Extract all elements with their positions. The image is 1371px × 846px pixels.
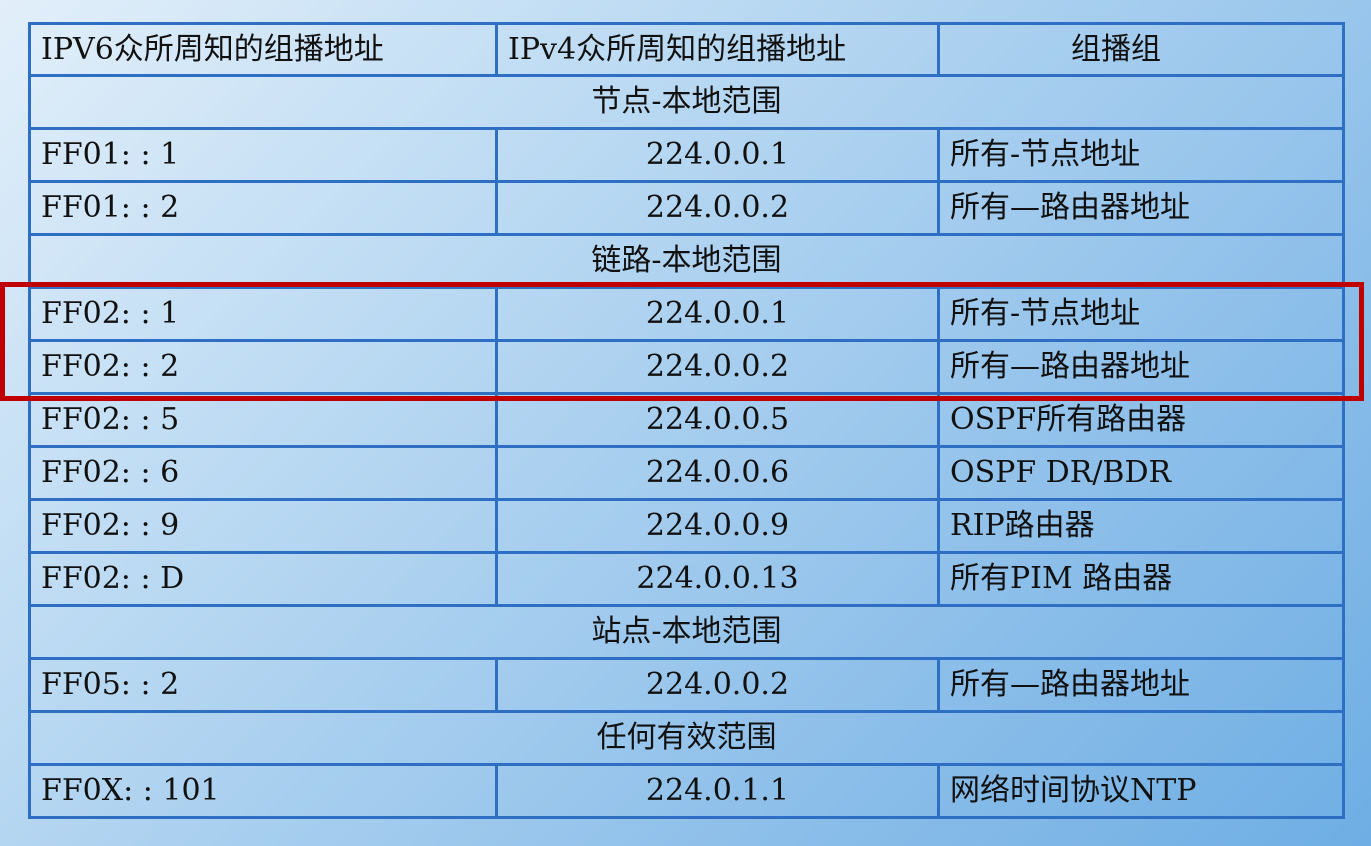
ipv6-cell: FF02: : 6 [28, 445, 498, 501]
ipv4-cell: 224.0.0.1 [495, 127, 940, 183]
ipv6-cell: FF02: : 5 [28, 392, 498, 448]
ipv4-cell: 224.0.0.2 [495, 180, 940, 236]
ipv4-cell: 224.0.1.1 [495, 763, 940, 819]
ipv4-cell: 224.0.0.5 [495, 392, 940, 448]
group-cell: 所有—路由器地址 [937, 180, 1345, 236]
multicast-address-table: IPV6众所周知的组播地址 IPv4众所周知的组播地址 组播组 节点-本地范围 … [28, 22, 1345, 819]
ipv4-cell: 224.0.0.1 [495, 286, 940, 342]
ipv4-cell: 224.0.0.2 [495, 339, 940, 395]
ipv6-cell: FF01: : 1 [28, 127, 498, 183]
table-row: FF01: : 1 224.0.0.1 所有-节点地址 [28, 127, 1345, 183]
ipv6-cell: FF02: : 9 [28, 498, 498, 554]
group-cell: 所有—路由器地址 [937, 339, 1345, 395]
group-cell: 网络时间协议NTP [937, 763, 1345, 819]
section-title: 节点-本地范围 [28, 74, 1345, 130]
multicast-address-table-container: IPV6众所周知的组播地址 IPv4众所周知的组播地址 组播组 节点-本地范围 … [28, 22, 1345, 819]
group-cell: OSPF DR/BDR [937, 445, 1345, 501]
table-row: FF02: : 1 224.0.0.1 所有-节点地址 [28, 286, 1345, 342]
ipv4-cell: 224.0.0.6 [495, 445, 940, 501]
header-row: IPV6众所周知的组播地址 IPv4众所周知的组播地址 组播组 [28, 22, 1345, 77]
group-cell: 所有-节点地址 [937, 286, 1345, 342]
section-title: 链路-本地范围 [28, 233, 1345, 289]
group-cell: OSPF所有路由器 [937, 392, 1345, 448]
ipv4-cell: 224.0.0.13 [495, 551, 940, 607]
table-row: FF0X: : 101 224.0.1.1 网络时间协议NTP [28, 763, 1345, 819]
ipv6-cell: FF02: : 1 [28, 286, 498, 342]
group-cell: RIP路由器 [937, 498, 1345, 554]
table-row: FF02: : 6 224.0.0.6 OSPF DR/BDR [28, 445, 1345, 501]
section-row-node-local: 节点-本地范围 [28, 74, 1345, 130]
section-title: 任何有效范围 [28, 710, 1345, 766]
ipv4-cell: 224.0.0.2 [495, 657, 940, 713]
ipv6-cell: FF05: : 2 [28, 657, 498, 713]
ipv6-cell: FF0X: : 101 [28, 763, 498, 819]
section-row-any-scope: 任何有效范围 [28, 710, 1345, 766]
table-row: FF01: : 2 224.0.0.2 所有—路由器地址 [28, 180, 1345, 236]
group-cell: 所有-节点地址 [937, 127, 1345, 183]
header-group: 组播组 [937, 22, 1345, 77]
ipv4-cell: 224.0.0.9 [495, 498, 940, 554]
table-row: FF02: : 5 224.0.0.5 OSPF所有路由器 [28, 392, 1345, 448]
table-row: FF02: : 9 224.0.0.9 RIP路由器 [28, 498, 1345, 554]
table-row: FF02: : D 224.0.0.13 所有PIM 路由器 [28, 551, 1345, 607]
ipv6-cell: FF02: : 2 [28, 339, 498, 395]
table-row: FF02: : 2 224.0.0.2 所有—路由器地址 [28, 339, 1345, 395]
section-title: 站点-本地范围 [28, 604, 1345, 660]
header-ipv6: IPV6众所周知的组播地址 [28, 22, 498, 77]
table-row: FF05: : 2 224.0.0.2 所有—路由器地址 [28, 657, 1345, 713]
ipv6-cell: FF01: : 2 [28, 180, 498, 236]
group-cell: 所有PIM 路由器 [937, 551, 1345, 607]
section-row-site-local: 站点-本地范围 [28, 604, 1345, 660]
section-row-link-local: 链路-本地范围 [28, 233, 1345, 289]
header-ipv4: IPv4众所周知的组播地址 [495, 22, 940, 77]
ipv6-cell: FF02: : D [28, 551, 498, 607]
group-cell: 所有—路由器地址 [937, 657, 1345, 713]
